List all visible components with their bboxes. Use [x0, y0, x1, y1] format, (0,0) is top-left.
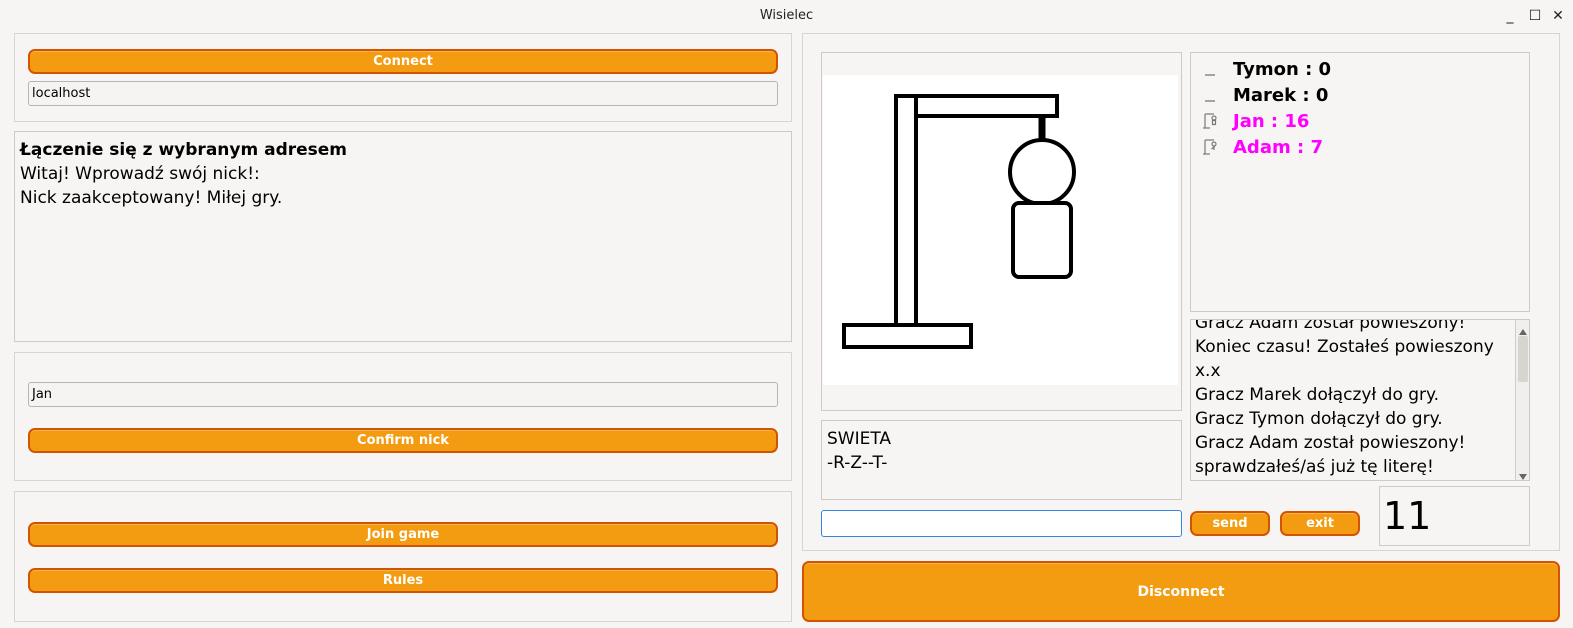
exit-button[interactable]: exit — [1280, 511, 1360, 536]
score-text: Tymon : 0 — [1233, 58, 1332, 80]
empty-gallows-icon — [1199, 58, 1221, 80]
hangman-canvas — [823, 75, 1178, 385]
disconnect-button[interactable]: Disconnect — [802, 561, 1560, 622]
empty-gallows-icon — [1199, 84, 1221, 106]
score-text: Adam : 7 — [1233, 136, 1323, 158]
connect-button[interactable]: Connect — [28, 49, 778, 74]
hangman-head — [1008, 138, 1076, 206]
chat-line: Gracz Tymon dołączył do gry. — [1195, 409, 1443, 429]
chat-line: sprawdzałeś/aś już tę literę! — [1195, 457, 1434, 477]
chat-line: Gracz Marek dołączył do gry. — [1195, 385, 1440, 405]
status-log-line: Nick zaakceptowany! Miłej gry. — [20, 188, 283, 208]
chat-scrollbar[interactable] — [1515, 320, 1529, 480]
gallows-icon — [1199, 136, 1221, 158]
scroll-thumb[interactable] — [1518, 336, 1528, 382]
game-panel — [14, 491, 792, 622]
status-log-line: Witaj! Wprowadź swój nick!: — [20, 164, 260, 184]
word-category: SWIETA — [827, 429, 892, 449]
hangman-body — [1011, 201, 1073, 279]
chat-line: Gracz Adam został powieszony! — [1195, 319, 1466, 333]
score-row: Jan : 16 — [1199, 108, 1521, 134]
gallows-icon — [1199, 110, 1221, 132]
chat-line: Gracz Adam został powieszony! — [1195, 433, 1466, 453]
scroll-down-icon[interactable] — [1518, 467, 1528, 480]
scroll-up-icon[interactable] — [1518, 322, 1528, 335]
score-text: Marek : 0 — [1233, 84, 1329, 106]
confirm-nick-button[interactable]: Confirm nick — [28, 428, 778, 453]
score-row: Tymon : 0 — [1199, 56, 1521, 82]
connection-panel — [14, 33, 792, 122]
chat-log[interactable]: Gracz Adam został powieszony! Koniec cza… — [1190, 319, 1530, 481]
score-row: Marek : 0 — [1199, 82, 1521, 108]
window-title: Wisielec — [759, 8, 814, 23]
nick-input[interactable]: Jan — [28, 382, 778, 407]
word-display: SWIETA -R-Z--T- — [821, 420, 1182, 500]
status-log: Łączenie się z wybranym adresem Witaj! W… — [14, 131, 792, 342]
minimize-icon[interactable]: _ — [1500, 6, 1520, 26]
chat-lines: Gracz Adam został powieszony! Koniec cza… — [1195, 319, 1513, 479]
gallows-base — [842, 323, 973, 349]
status-log-line: Łączenie się z wybranym adresem — [20, 140, 348, 160]
scoreboard: Tymon : 0 Marek : 0 Jan : 16 Adam : 7 — [1190, 52, 1530, 312]
rules-button[interactable]: Rules — [28, 568, 778, 593]
word-pattern: -R-Z--T- — [827, 453, 888, 473]
gallows-pole — [894, 94, 918, 327]
close-icon[interactable]: ✕ — [1548, 6, 1568, 26]
nick-panel — [14, 352, 792, 481]
guess-input[interactable] — [821, 510, 1182, 537]
timer-display: 11 — [1379, 486, 1530, 546]
score-text: Jan : 16 — [1233, 110, 1310, 132]
gallows-beam — [914, 94, 1059, 118]
maximize-icon[interactable]: ☐ — [1525, 6, 1545, 26]
send-button[interactable]: send — [1190, 511, 1270, 536]
join-game-button[interactable]: Join game — [28, 522, 778, 547]
chat-line: x.x — [1195, 361, 1221, 381]
host-input[interactable]: localhost — [28, 81, 778, 106]
hangman-drawing — [842, 94, 1076, 349]
score-row: Adam : 7 — [1199, 134, 1521, 160]
chat-line: Koniec czasu! Zostałeś powieszony — [1195, 337, 1494, 357]
